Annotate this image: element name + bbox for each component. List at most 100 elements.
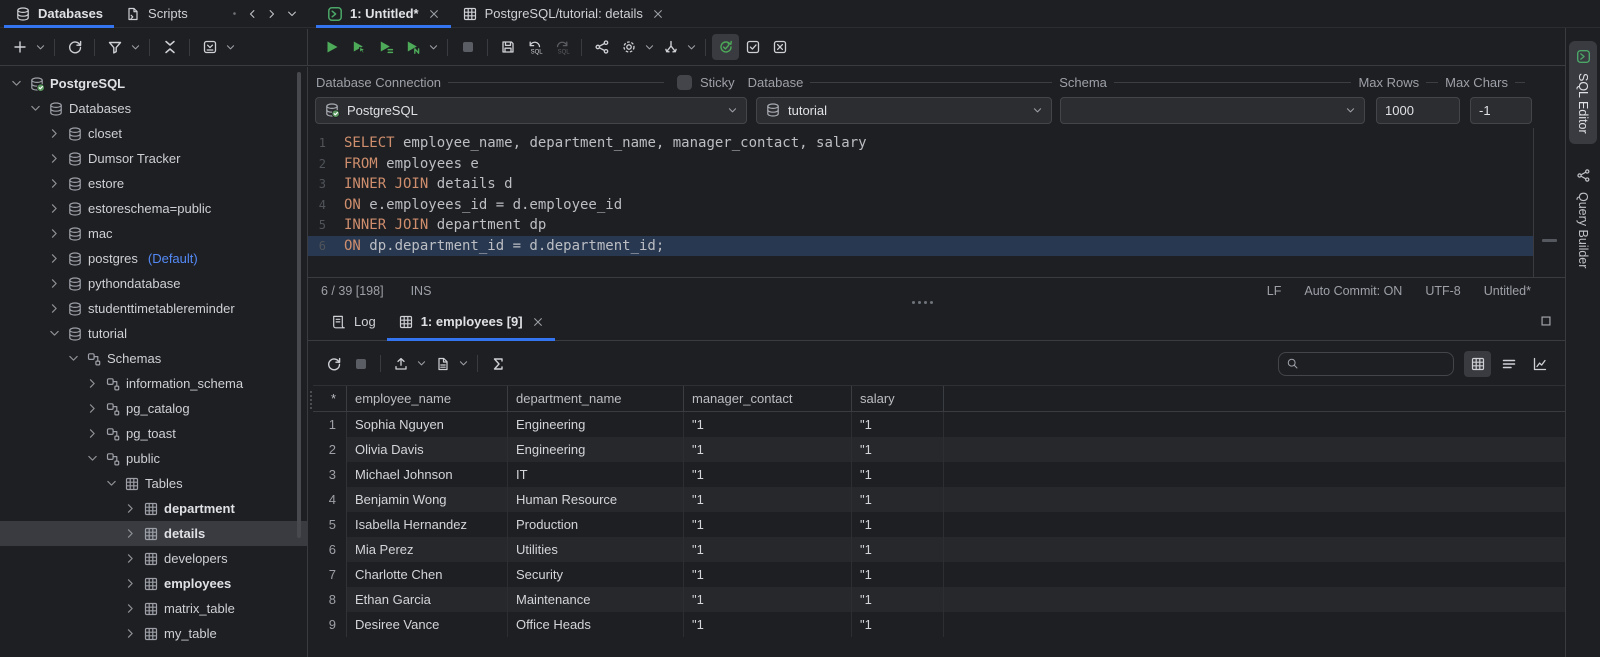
chevron-down-icon[interactable]: [8, 76, 24, 92]
table-cell[interactable]: "1: [852, 612, 944, 637]
column-header-salary[interactable]: salary: [852, 386, 944, 411]
run-cursor-button[interactable]: [345, 34, 372, 60]
table-cell[interactable]: Michael Johnson: [347, 462, 508, 487]
insert-mode-indicator[interactable]: INS: [411, 284, 432, 298]
chevron-down-icon[interactable]: [46, 326, 62, 342]
table-cell[interactable]: "1: [852, 487, 944, 512]
tab-log[interactable]: Log: [320, 303, 387, 340]
table-cell[interactable]: Maintenance: [508, 587, 684, 612]
chart-view-button[interactable]: [1526, 351, 1553, 377]
table-cell[interactable]: "1: [684, 562, 852, 587]
stop-button[interactable]: [454, 34, 481, 60]
redo-sql-button[interactable]: [548, 34, 575, 60]
chevron-down-icon[interactable]: [27, 101, 43, 117]
refresh-button[interactable]: [61, 34, 88, 60]
collapse-all-button[interactable]: [156, 34, 183, 60]
chevron-right-icon[interactable]: [46, 301, 62, 317]
chevron-right-icon[interactable]: [122, 626, 138, 642]
maximize-panel-button[interactable]: [1539, 314, 1553, 328]
chevron-right-icon[interactable]: [122, 601, 138, 617]
table-cell[interactable]: "1: [684, 587, 852, 612]
tab-1-untitled[interactable]: 1: Untitled*: [316, 0, 451, 28]
tree-scrollbar[interactable]: [297, 72, 301, 538]
chevron-right-icon[interactable]: [84, 401, 100, 417]
tree-item-pg-catalog[interactable]: pg_catalog: [0, 396, 307, 421]
column-header-manager-contact[interactable]: manager_contact: [684, 386, 852, 411]
tool-strip-tab-query-builder[interactable]: Query Builder: [1569, 160, 1597, 278]
table-cell[interactable]: Engineering: [508, 412, 684, 437]
tree-item-pythondatabase[interactable]: pythondatabase: [0, 271, 307, 296]
line-ending-indicator[interactable]: LF: [1267, 284, 1282, 298]
table-cell[interactable]: "1: [852, 437, 944, 462]
table-cell[interactable]: "1: [684, 512, 852, 537]
chevron-right-icon[interactable]: [84, 426, 100, 442]
table-row[interactable]: 6 Mia Perez Utilities "1 "1: [313, 537, 1565, 562]
tree-item-pg-toast[interactable]: pg_toast: [0, 421, 307, 446]
connection-select[interactable]: PostgreSQL: [315, 96, 747, 124]
chevron-left-button[interactable]: [246, 8, 258, 20]
sigma-button[interactable]: [484, 351, 511, 377]
table-row[interactable]: 3 Michael Johnson IT "1 "1: [313, 462, 1565, 487]
merge-button[interactable]: [657, 34, 684, 60]
chevron-down-icon[interactable]: [84, 451, 100, 467]
table-cell[interactable]: Human Resource: [508, 487, 684, 512]
tree-item-information-schema[interactable]: information_schema: [0, 371, 307, 396]
table-row[interactable]: 1 Sophia Nguyen Engineering "1 "1: [313, 412, 1565, 437]
table-cell[interactable]: Office Heads: [508, 612, 684, 637]
caret-position[interactable]: 6 / 39 [198]: [321, 284, 384, 298]
doc-button[interactable]: [429, 351, 456, 377]
tree-item-postgresql[interactable]: PostgreSQL: [0, 71, 307, 96]
table-cell[interactable]: "1: [684, 487, 852, 512]
tree-item-closet[interactable]: closet: [0, 121, 307, 146]
sql-line[interactable]: 5 INNER JOIN department dp: [308, 215, 1533, 236]
tree-item-studenttimetablereminder[interactable]: studenttimetablereminder: [0, 296, 307, 321]
tree-item-estore[interactable]: estore: [0, 171, 307, 196]
row-number-cell[interactable]: 5: [313, 512, 347, 537]
auto-commit-indicator[interactable]: Auto Commit: ON: [1304, 284, 1402, 298]
tree-item-public[interactable]: public: [0, 446, 307, 471]
chevron-down-icon[interactable]: [65, 351, 81, 367]
tree-item-employees[interactable]: employees: [0, 571, 307, 596]
tree-item-matrix-table[interactable]: matrix_table: [0, 596, 307, 621]
row-number-cell[interactable]: 2: [313, 437, 347, 462]
chevron-down-button[interactable]: [684, 34, 699, 60]
table-cell[interactable]: "1: [852, 462, 944, 487]
table-cell[interactable]: "1: [852, 512, 944, 537]
tree-item-my-table[interactable]: my_table: [0, 621, 307, 646]
chevron-down-button[interactable]: [33, 34, 48, 60]
results-search-box[interactable]: [1278, 351, 1454, 376]
chevron-down-button[interactable]: [223, 34, 238, 60]
open-in-editor-button[interactable]: [196, 34, 223, 60]
max-chars-input[interactable]: [1479, 102, 1523, 118]
row-number-cell[interactable]: 9: [313, 612, 347, 637]
table-cell[interactable]: "1: [684, 612, 852, 637]
refresh-button[interactable]: [320, 351, 347, 377]
chevron-down-icon[interactable]: [103, 476, 119, 492]
chevron-right-icon[interactable]: [46, 126, 62, 142]
table-cell[interactable]: Isabella Hernandez: [347, 512, 508, 537]
gear-button[interactable]: [615, 34, 642, 60]
table-cell[interactable]: Security: [508, 562, 684, 587]
tree-item-tables[interactable]: Tables: [0, 471, 307, 496]
sql-line[interactable]: 3 INNER JOIN details d: [308, 174, 1533, 195]
max-rows-input[interactable]: [1385, 102, 1451, 118]
save-button[interactable]: [494, 34, 521, 60]
chevron-right-icon[interactable]: [46, 176, 62, 192]
column-header-row-number[interactable]: *: [313, 386, 347, 411]
chevron-down-button[interactable]: [286, 8, 298, 20]
chevron-right-icon[interactable]: [122, 576, 138, 592]
tab-scripts[interactable]: Scripts: [114, 0, 199, 27]
tree-item-mac[interactable]: mac: [0, 221, 307, 246]
table-cell[interactable]: IT: [508, 462, 684, 487]
run-button[interactable]: [318, 34, 345, 60]
add-button[interactable]: [6, 34, 33, 60]
chevron-right-button[interactable]: [266, 8, 278, 20]
chevron-down-button[interactable]: [456, 351, 471, 377]
tree-item-details[interactable]: details: [0, 521, 307, 546]
row-number-cell[interactable]: 1: [313, 412, 347, 437]
tree-item-estoreschema-public[interactable]: estoreschema=public: [0, 196, 307, 221]
sql-line[interactable]: 2 FROM employees e: [308, 154, 1533, 175]
editor-scrollbar-thumb[interactable]: [1542, 239, 1557, 242]
table-cell[interactable]: "1: [852, 537, 944, 562]
tab-1-employees-9[interactable]: 1: employees [9]: [386, 303, 555, 341]
